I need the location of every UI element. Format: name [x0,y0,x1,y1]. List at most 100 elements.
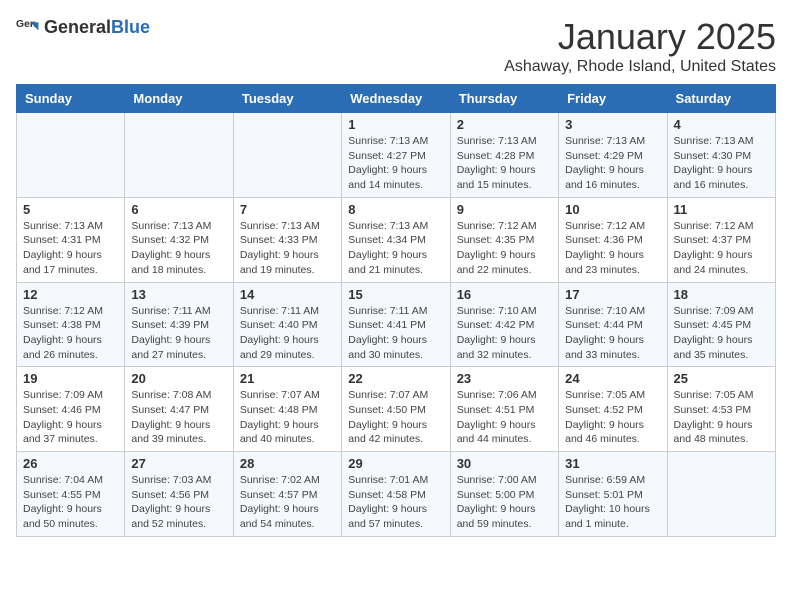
day-number: 17 [565,287,660,302]
day-info: Sunrise: 7:13 AM Sunset: 4:32 PM Dayligh… [131,219,226,278]
calendar-body: 1 Sunrise: 7:13 AM Sunset: 4:27 PM Daylig… [17,113,776,537]
day-info: Sunrise: 7:10 AM Sunset: 4:42 PM Dayligh… [457,304,552,363]
week-row-4: 26Sunrise: 7:04 AM Sunset: 4:55 PM Dayli… [17,452,776,537]
day-info: Sunrise: 7:13 AM Sunset: 4:28 PM Dayligh… [457,134,552,193]
day-number: 5 [23,202,118,217]
day-number: 13 [131,287,226,302]
day-info: Sunrise: 7:13 AM Sunset: 4:34 PM Dayligh… [348,219,443,278]
weekday-header-saturday: Saturday [667,85,775,113]
day-info: Sunrise: 7:07 AM Sunset: 4:50 PM Dayligh… [348,388,443,447]
day-cell: 31 Sunrise: 6:59 AM Sunset: 5:01 PM Dayli… [559,452,667,537]
day-cell: 18 Sunrise: 7:09 AM Sunset: 4:45 PM Dayli… [667,282,775,367]
logo-blue: Blue [111,17,150,37]
day-cell: 8Sunrise: 7:13 AM Sunset: 4:34 PM Daylig… [342,197,450,282]
day-cell: 4Sunrise: 7:13 AM Sunset: 4:30 PM Daylig… [667,113,775,198]
day-number: 25 [674,371,769,386]
day-number: 6 [131,202,226,217]
day-number: 19 [23,371,118,386]
logo-general: General [44,17,111,37]
day-number: 9 [457,202,552,217]
day-cell: 23Sunrise: 7:06 AM Sunset: 4:51 PM Dayli… [450,367,558,452]
day-info: Sunrise: 7:01 AM Sunset: 4:58 PM Dayligh… [348,473,443,532]
day-info: Sunrise: 7:00 AM Sunset: 5:00 PM Dayligh… [457,473,552,532]
day-info: Sunrise: 7:06 AM Sunset: 4:51 PM Dayligh… [457,388,552,447]
week-row-1: 5Sunrise: 7:13 AM Sunset: 4:31 PM Daylig… [17,197,776,282]
day-cell: 5Sunrise: 7:13 AM Sunset: 4:31 PM Daylig… [17,197,125,282]
day-number: 28 [240,456,335,471]
week-row-0: 1 Sunrise: 7:13 AM Sunset: 4:27 PM Daylig… [17,113,776,198]
day-number: 30 [457,456,552,471]
day-info: Sunrise: 7:12 AM Sunset: 4:35 PM Dayligh… [457,219,552,278]
day-number: 1 [348,117,443,132]
day-cell: 21 Sunrise: 7:07 AM Sunset: 4:48 PM Dayli… [233,367,341,452]
logo-icon: Gen [16,16,40,40]
weekday-header-row: SundayMondayTuesdayWednesdayThursdayFrid… [17,85,776,113]
weekday-header-monday: Monday [125,85,233,113]
day-cell: 28 Sunrise: 7:02 AM Sunset: 4:57 PM Dayli… [233,452,341,537]
day-number: 27 [131,456,226,471]
day-info: Sunrise: 7:11 AM Sunset: 4:41 PM Dayligh… [348,304,443,363]
day-number: 3 [565,117,660,132]
weekday-header-friday: Friday [559,85,667,113]
day-cell: 13 Sunrise: 7:11 AM Sunset: 4:39 PM Dayli… [125,282,233,367]
day-info: Sunrise: 7:13 AM Sunset: 4:33 PM Dayligh… [240,219,335,278]
day-number: 2 [457,117,552,132]
day-number: 20 [131,371,226,386]
day-info: Sunrise: 7:03 AM Sunset: 4:56 PM Dayligh… [131,473,226,532]
day-cell [125,113,233,198]
day-cell: 27 Sunrise: 7:03 AM Sunset: 4:56 PM Dayli… [125,452,233,537]
day-info: Sunrise: 7:11 AM Sunset: 4:40 PM Dayligh… [240,304,335,363]
day-cell: 24Sunrise: 7:05 AM Sunset: 4:52 PM Dayli… [559,367,667,452]
day-cell: 22 Sunrise: 7:07 AM Sunset: 4:50 PM Dayli… [342,367,450,452]
day-number: 29 [348,456,443,471]
day-cell: 1 Sunrise: 7:13 AM Sunset: 4:27 PM Daylig… [342,113,450,198]
day-cell: 3Sunrise: 7:13 AM Sunset: 4:29 PM Daylig… [559,113,667,198]
day-cell: 10Sunrise: 7:12 AM Sunset: 4:36 PM Dayli… [559,197,667,282]
day-number: 12 [23,287,118,302]
day-info: Sunrise: 7:11 AM Sunset: 4:39 PM Dayligh… [131,304,226,363]
day-cell: 9 Sunrise: 7:12 AM Sunset: 4:35 PM Daylig… [450,197,558,282]
day-number: 14 [240,287,335,302]
day-info: Sunrise: 7:13 AM Sunset: 4:30 PM Dayligh… [674,134,769,193]
day-info: Sunrise: 7:05 AM Sunset: 4:53 PM Dayligh… [674,388,769,447]
day-number: 11 [674,202,769,217]
day-cell: 14 Sunrise: 7:11 AM Sunset: 4:40 PM Dayli… [233,282,341,367]
day-cell: 11 Sunrise: 7:12 AM Sunset: 4:37 PM Dayli… [667,197,775,282]
day-number: 15 [348,287,443,302]
day-number: 10 [565,202,660,217]
day-cell: 16 Sunrise: 7:10 AM Sunset: 4:42 PM Dayli… [450,282,558,367]
day-info: Sunrise: 7:02 AM Sunset: 4:57 PM Dayligh… [240,473,335,532]
day-number: 31 [565,456,660,471]
day-cell: 6 Sunrise: 7:13 AM Sunset: 4:32 PM Daylig… [125,197,233,282]
week-row-2: 12 Sunrise: 7:12 AM Sunset: 4:38 PM Dayli… [17,282,776,367]
day-cell: 26Sunrise: 7:04 AM Sunset: 4:55 PM Dayli… [17,452,125,537]
calendar-subtitle: Ashaway, Rhode Island, United States [504,58,776,76]
day-number: 18 [674,287,769,302]
page-header: Gen GeneralBlue January 2025 Ashaway, Rh… [16,16,776,76]
day-cell: 25 Sunrise: 7:05 AM Sunset: 4:53 PM Dayli… [667,367,775,452]
weekday-header-thursday: Thursday [450,85,558,113]
day-cell: 19 Sunrise: 7:09 AM Sunset: 4:46 PM Dayli… [17,367,125,452]
day-number: 22 [348,371,443,386]
day-info: Sunrise: 7:10 AM Sunset: 4:44 PM Dayligh… [565,304,660,363]
day-number: 21 [240,371,335,386]
calendar-table: SundayMondayTuesdayWednesdayThursdayFrid… [16,84,776,537]
day-info: Sunrise: 7:09 AM Sunset: 4:45 PM Dayligh… [674,304,769,363]
day-cell: 30 Sunrise: 7:00 AM Sunset: 5:00 PM Dayli… [450,452,558,537]
day-cell [667,452,775,537]
day-number: 26 [23,456,118,471]
weekday-header-wednesday: Wednesday [342,85,450,113]
calendar-title: January 2025 [504,16,776,58]
day-info: Sunrise: 7:12 AM Sunset: 4:38 PM Dayligh… [23,304,118,363]
day-info: Sunrise: 7:13 AM Sunset: 4:27 PM Dayligh… [348,134,443,193]
day-cell: 15 Sunrise: 7:11 AM Sunset: 4:41 PM Dayli… [342,282,450,367]
day-info: Sunrise: 7:07 AM Sunset: 4:48 PM Dayligh… [240,388,335,447]
day-info: Sunrise: 7:08 AM Sunset: 4:47 PM Dayligh… [131,388,226,447]
day-number: 16 [457,287,552,302]
day-cell: 7Sunrise: 7:13 AM Sunset: 4:33 PM Daylig… [233,197,341,282]
day-info: Sunrise: 7:12 AM Sunset: 4:37 PM Dayligh… [674,219,769,278]
day-cell [17,113,125,198]
day-info: Sunrise: 7:09 AM Sunset: 4:46 PM Dayligh… [23,388,118,447]
day-cell: 2 Sunrise: 7:13 AM Sunset: 4:28 PM Daylig… [450,113,558,198]
day-info: Sunrise: 6:59 AM Sunset: 5:01 PM Dayligh… [565,473,660,532]
